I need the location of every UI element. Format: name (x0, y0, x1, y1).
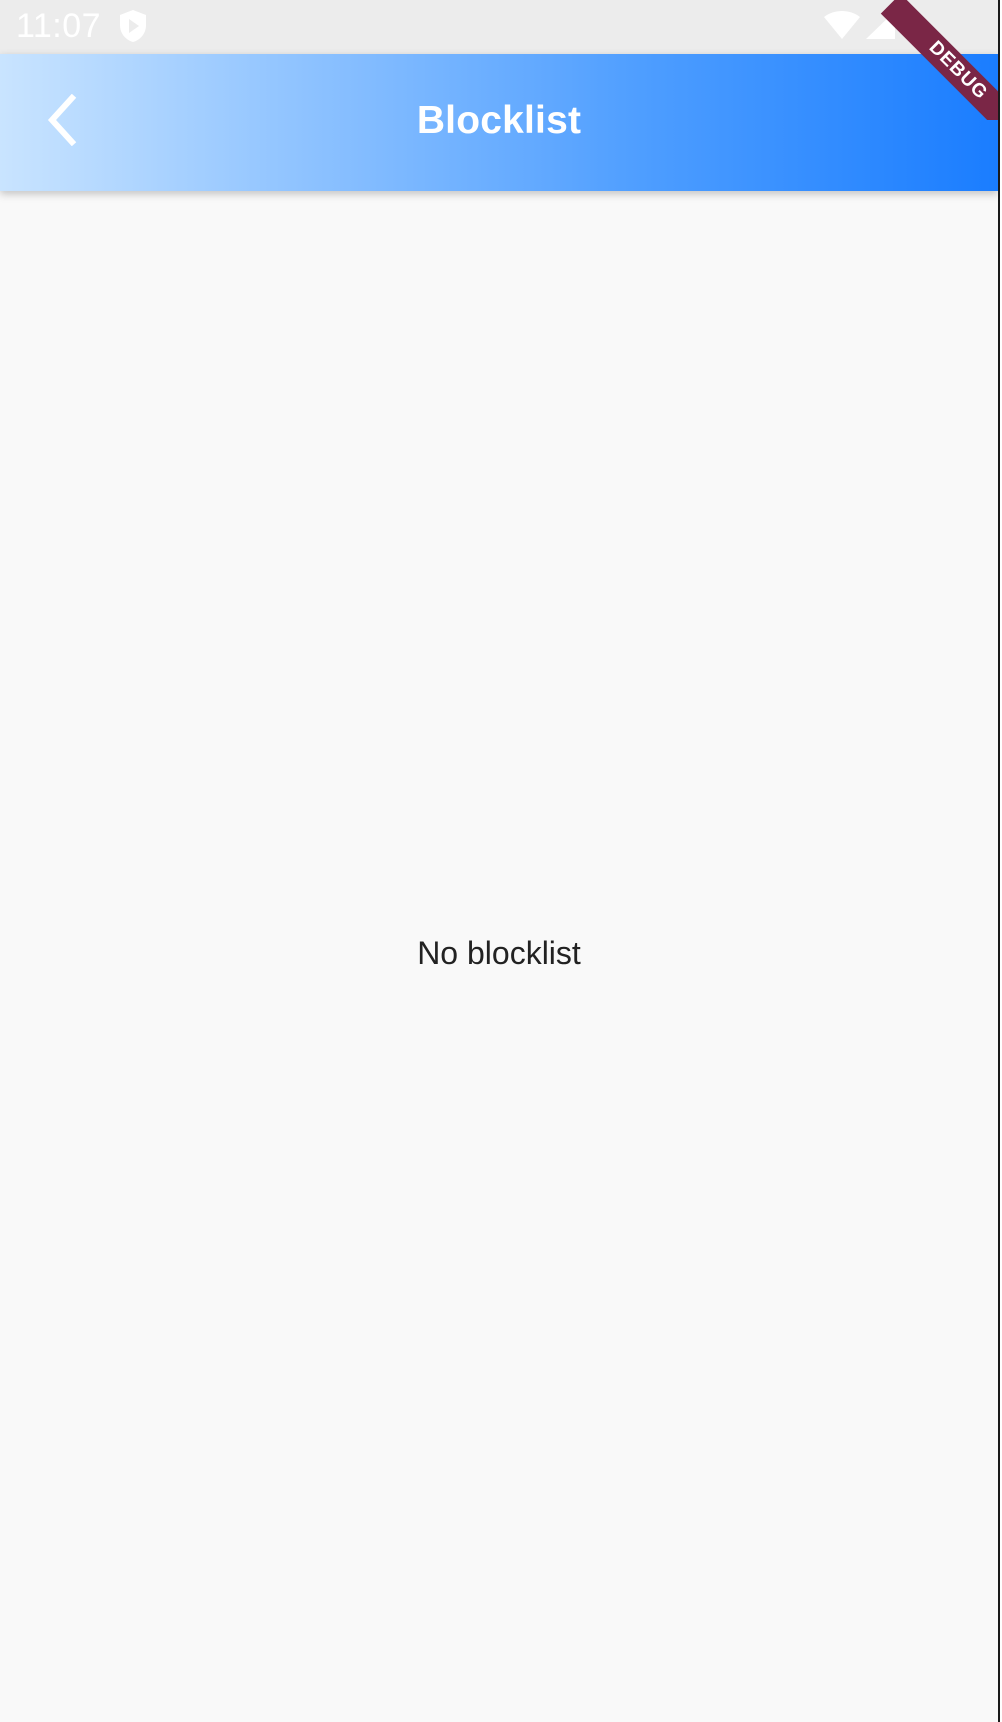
empty-state-message: No blocklist (417, 935, 581, 971)
cell-signal-icon (864, 10, 896, 40)
status-time: 11:07 (16, 7, 102, 45)
page-title: Blocklist (416, 99, 582, 142)
shield-play-icon (118, 9, 148, 43)
wifi-icon (823, 10, 861, 40)
app-bar: Blocklist (0, 54, 998, 191)
blocklist-content: No blocklist (0, 191, 998, 1722)
device-screen: 11:07 Blocklist DEBUG No blocklist (0, 0, 1000, 1722)
status-bar: 11:07 (0, 0, 998, 54)
